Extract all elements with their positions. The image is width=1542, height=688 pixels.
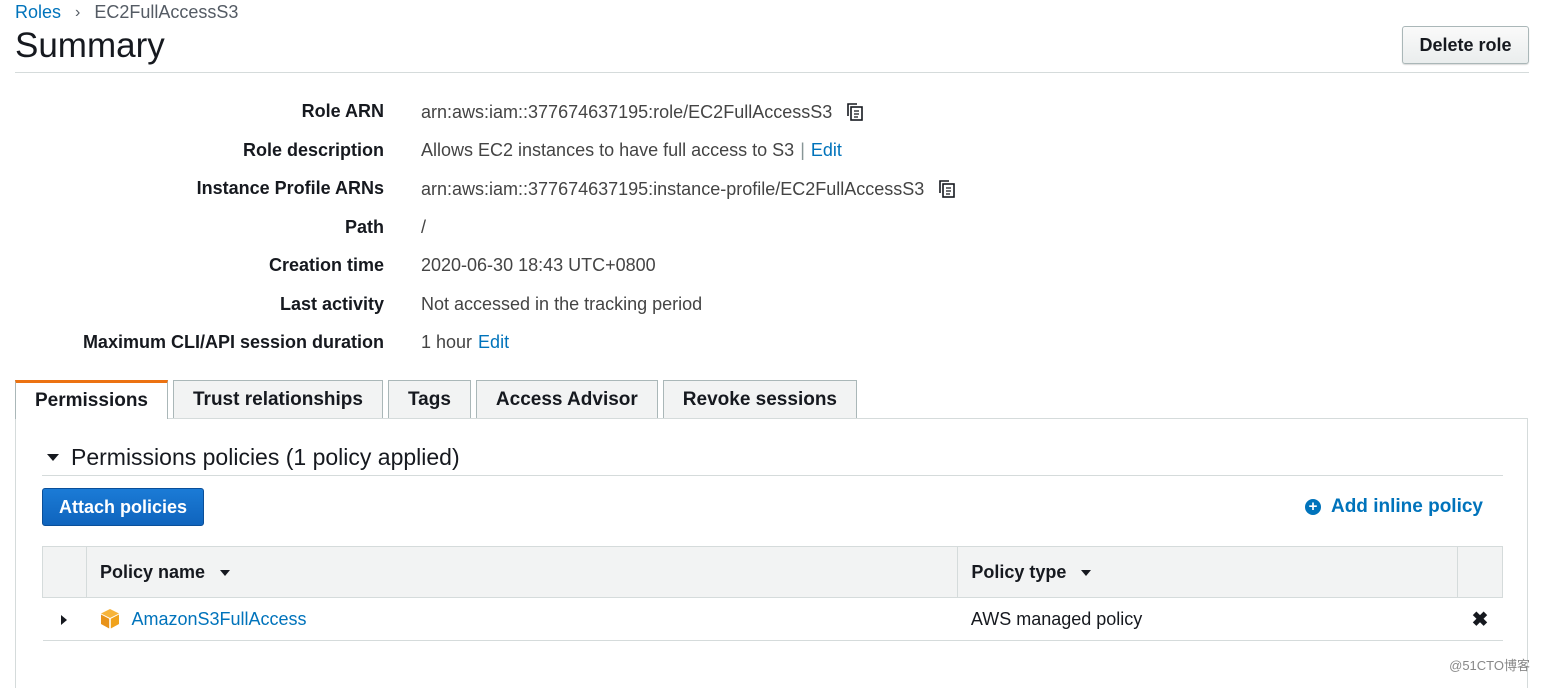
- edit-description-link[interactable]: Edit: [811, 140, 842, 161]
- role-arn-value: arn:aws:iam::377674637195:role/EC2FullAc…: [421, 101, 833, 122]
- summary-row-role-description: Role description Allows EC2 instances to…: [0, 134, 1542, 173]
- policies-table: Policy name Policy type AmazonS3FullAcce…: [42, 546, 1504, 641]
- edit-session-duration-link[interactable]: Edit: [478, 332, 509, 353]
- plus-circle-icon: +: [1304, 499, 1321, 515]
- title-divider: [15, 72, 1529, 73]
- add-inline-policy-label: Add inline policy: [1330, 496, 1483, 517]
- remove-column-header: [1456, 546, 1504, 598]
- summary-label: Creation time: [268, 255, 384, 275]
- summary-row-instance-profile: Instance Profile ARNs arn:aws:iam::37767…: [0, 172, 1542, 211]
- tab-trust-relationships[interactable]: Trust relationships: [173, 380, 383, 418]
- close-icon[interactable]: ✖: [1472, 609, 1489, 631]
- role-description-value: Allows EC2 instances to have full access…: [421, 139, 795, 160]
- column-label: Policy type: [971, 561, 1067, 582]
- tab-revoke-sessions[interactable]: Revoke sessions: [662, 380, 857, 418]
- delete-role-button[interactable]: Delete role: [1402, 26, 1529, 64]
- policy-type-cell: AWS managed policy: [957, 597, 1458, 641]
- creation-time-value: 2020-06-30 18:43 UTC+0800: [421, 255, 656, 275]
- summary-row-creation-time: Creation time 2020-06-30 18:43 UTC+0800: [0, 249, 1542, 288]
- summary-label: Maximum CLI/API session duration: [82, 332, 384, 352]
- column-label: Policy name: [99, 561, 206, 582]
- summary-label: Last activity: [279, 293, 384, 314]
- section-title: Permissions policies (1 policy applied): [71, 443, 460, 470]
- policy-name-column-header[interactable]: Policy name: [85, 546, 959, 598]
- summary-label: Instance Profile ARNs: [196, 178, 384, 198]
- summary-label: Role description: [242, 139, 384, 160]
- add-inline-policy-link[interactable]: + Add inline policy: [1304, 496, 1483, 518]
- last-activity-value: Not accessed in the tracking period: [421, 293, 703, 314]
- breadcrumb-roles-link[interactable]: Roles: [15, 2, 61, 23]
- table-header-row: Policy name Policy type: [42, 546, 1504, 598]
- policy-box-icon: [101, 609, 120, 629]
- role-tabs: Permissions Trust relationships Tags Acc…: [15, 380, 862, 419]
- permissions-panel: Permissions policies (1 policy applied) …: [15, 418, 1528, 688]
- summary-row-path: Path /: [0, 211, 1542, 250]
- watermark: @51CTO博客: [1449, 658, 1530, 673]
- expand-column-header: [42, 546, 87, 598]
- sort-down-icon: [1081, 569, 1092, 576]
- summary-row-last-activity: Last activity Not accessed in the tracki…: [0, 288, 1542, 327]
- caret-right-icon[interactable]: [61, 614, 68, 625]
- session-duration-value: 1 hour: [421, 332, 473, 352]
- copy-icon[interactable]: [844, 101, 866, 123]
- policy-name-link[interactable]: AmazonS3FullAccess: [131, 609, 306, 630]
- tab-tags[interactable]: Tags: [387, 380, 471, 418]
- caret-down-icon: [47, 453, 59, 461]
- summary-label: Path: [344, 216, 384, 237]
- table-row: AmazonS3FullAccess AWS managed policy ✖: [42, 597, 1503, 641]
- page-title: Summary: [15, 26, 165, 65]
- policy-name-cell: AmazonS3FullAccess: [86, 597, 958, 641]
- remove-cell: ✖: [1457, 597, 1503, 641]
- copy-icon[interactable]: [936, 178, 958, 200]
- separator: |: [800, 139, 805, 160]
- attach-policies-button[interactable]: Attach policies: [42, 488, 204, 526]
- tab-permissions[interactable]: Permissions: [15, 380, 168, 419]
- path-value: /: [421, 216, 427, 237]
- summary-label: Role ARN: [301, 101, 384, 121]
- instance-profile-arn-value: arn:aws:iam::377674637195:instance-profi…: [421, 178, 925, 199]
- role-summary: Role ARN arn:aws:iam::377674637195:role/…: [0, 95, 1542, 365]
- policy-type-column-header[interactable]: Policy type: [957, 546, 1458, 598]
- breadcrumb: Roles › EC2FullAccessS3: [15, 2, 238, 23]
- tab-access-advisor[interactable]: Access Advisor: [475, 380, 658, 418]
- permissions-policies-header[interactable]: Permissions policies (1 policy applied): [42, 439, 1503, 476]
- chevron-right-icon: ›: [75, 3, 81, 21]
- sort-down-icon: [220, 569, 231, 576]
- summary-row-session-duration: Maximum CLI/API session duration 1 hour …: [0, 326, 1542, 365]
- summary-row-role-arn: Role ARN arn:aws:iam::377674637195:role/…: [0, 95, 1542, 134]
- breadcrumb-current: EC2FullAccessS3: [94, 2, 239, 22]
- expand-cell[interactable]: [42, 597, 87, 641]
